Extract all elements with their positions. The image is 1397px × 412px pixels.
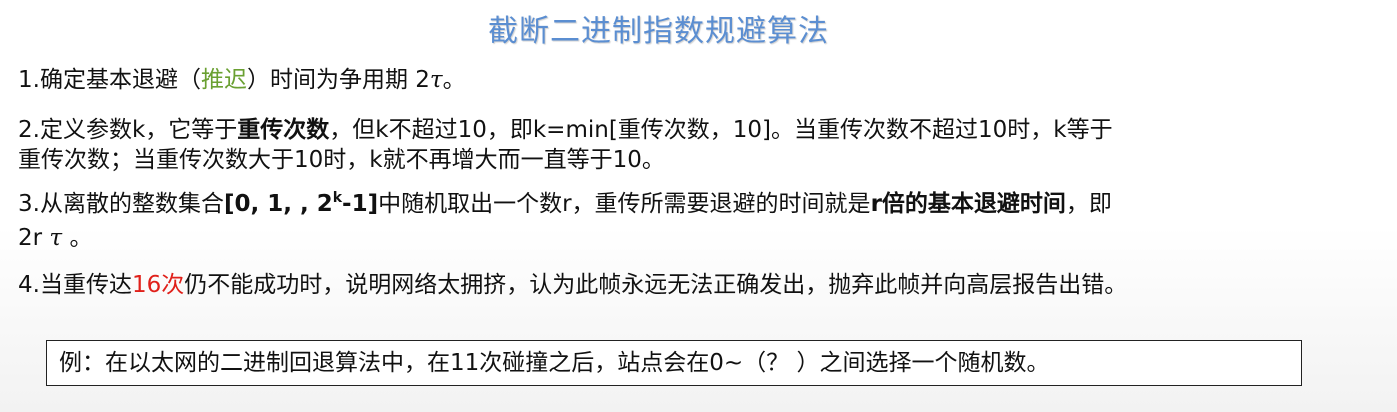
item-3-mid: 中随机取出一个数r，重传所需要退避的时间就是 bbox=[378, 191, 871, 217]
item-3-line-1: 3.从离散的整数集合[0, 1, , 2k-1]中随机取出一个数r，重传所需要退… bbox=[18, 188, 1112, 220]
item-3-line2-post: 。 bbox=[62, 225, 93, 251]
item-1: 1.确定基本退避（推迟）时间为争用期 2τ。 bbox=[18, 64, 466, 96]
item-3-post: ，即 bbox=[1065, 191, 1112, 217]
item-2-line-2: 重传次数；当重传次数大于10时，k就不再增大而一直等于10。 bbox=[18, 147, 665, 173]
example-text: 例：在以太网的二进制回退算法中，在11次碰撞之后，站点会在0~（？ ）之间选择一… bbox=[59, 350, 1050, 376]
item-3-set-close: -1] bbox=[342, 191, 379, 217]
item-1-tau: τ bbox=[429, 67, 443, 93]
item-1-pre: 1.确定基本退避（ bbox=[18, 67, 201, 93]
item-2-line-1: 2.定义参数k，它等于重传次数，但k不超过10，即k=min[重传次数，10]。… bbox=[18, 114, 1113, 146]
item-3-bold: r倍的基本退避时间 bbox=[870, 191, 1066, 217]
example-box: 例：在以太网的二进制回退算法中，在11次碰撞之后，站点会在0~（？ ）之间选择一… bbox=[46, 340, 1302, 386]
item-3-pre: 3.从离散的整数集合 bbox=[18, 191, 224, 217]
item-1-mid: ）时间为争用期 2 bbox=[246, 67, 430, 93]
page-title: 截断二进制指数规避算法 bbox=[488, 14, 829, 49]
item-3-sup: k bbox=[332, 190, 343, 206]
item-4-pre: 4.当重传达 bbox=[18, 272, 132, 298]
item-2-bold: 重传次数 bbox=[237, 117, 330, 143]
item-4-highlight: 16次 bbox=[131, 272, 185, 298]
item-2-post: ，但k不超过10，即k=min[重传次数，10]。当重传次数不超过10时，k等于 bbox=[329, 117, 1113, 143]
item-1-post: 。 bbox=[442, 67, 466, 93]
item-3-line2-pre: 2r bbox=[18, 225, 50, 251]
item-3-tau: τ bbox=[49, 225, 63, 251]
item-4: 4.当重传达16次仍不能成功时，说明网络太拥挤，认为此帧永远无法正确发出，抛弃此… bbox=[18, 269, 1127, 301]
item-4-post: 仍不能成功时，说明网络太拥挤，认为此帧永远无法正确发出，抛弃此帧并向高层报告出错… bbox=[184, 272, 1128, 298]
item-3-set-open: [0, 1, , 2 bbox=[223, 191, 333, 217]
item-1-highlight: 推迟 bbox=[200, 67, 247, 93]
item-3-line-2: 2r τ 。 bbox=[18, 222, 92, 254]
item-2-pre: 2.定义参数k，它等于 bbox=[18, 117, 238, 143]
